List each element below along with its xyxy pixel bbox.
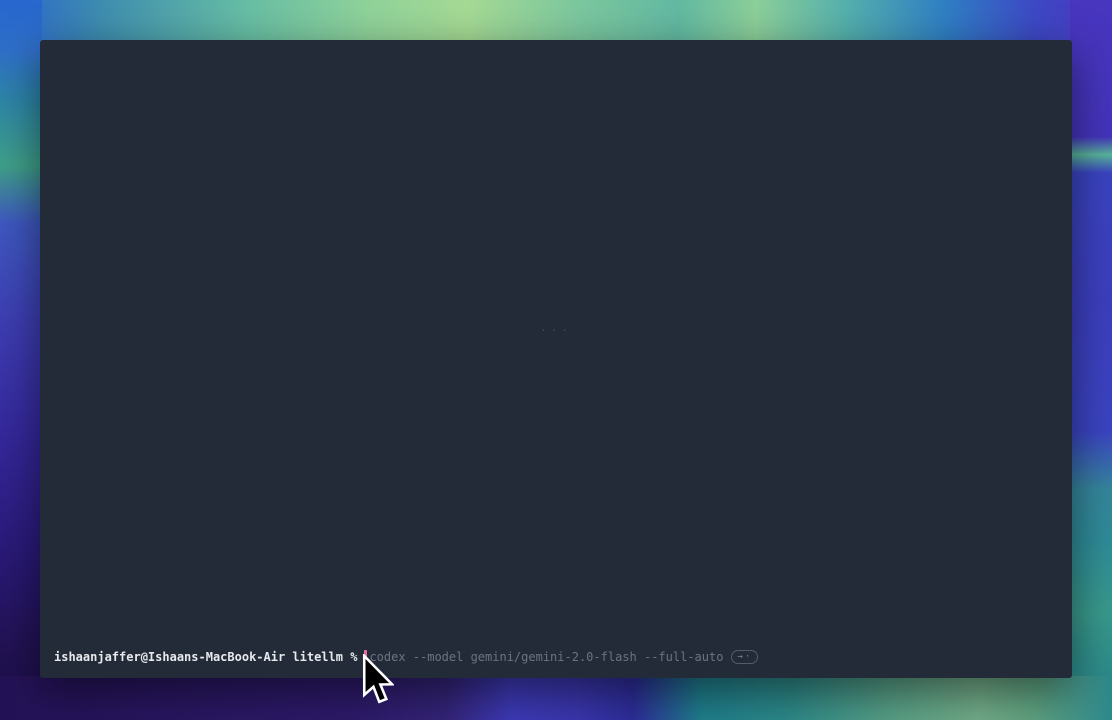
terminal-window[interactable]: ··· ishaanjaffer@Ishaans-MacBook-Air lit… (40, 40, 1072, 678)
wallpaper-bottom-band (0, 676, 1112, 720)
wallpaper-left-band (0, 0, 42, 720)
tab-completion-hint-badge: →· (731, 650, 758, 664)
terminal-loading-dots: ··· (540, 324, 572, 337)
terminal-prompt-line[interactable]: ishaanjaffer@Ishaans-MacBook-Air litellm… (54, 649, 758, 665)
shell-prompt: ishaanjaffer@Ishaans-MacBook-Air litellm… (54, 649, 357, 665)
desktop: ··· ishaanjaffer@Ishaans-MacBook-Air lit… (0, 0, 1112, 720)
text-cursor (364, 650, 367, 664)
command-autosuggestion: codex --model gemini/gemini-2.0-flash --… (369, 649, 723, 665)
wallpaper-right-band (1070, 0, 1112, 720)
